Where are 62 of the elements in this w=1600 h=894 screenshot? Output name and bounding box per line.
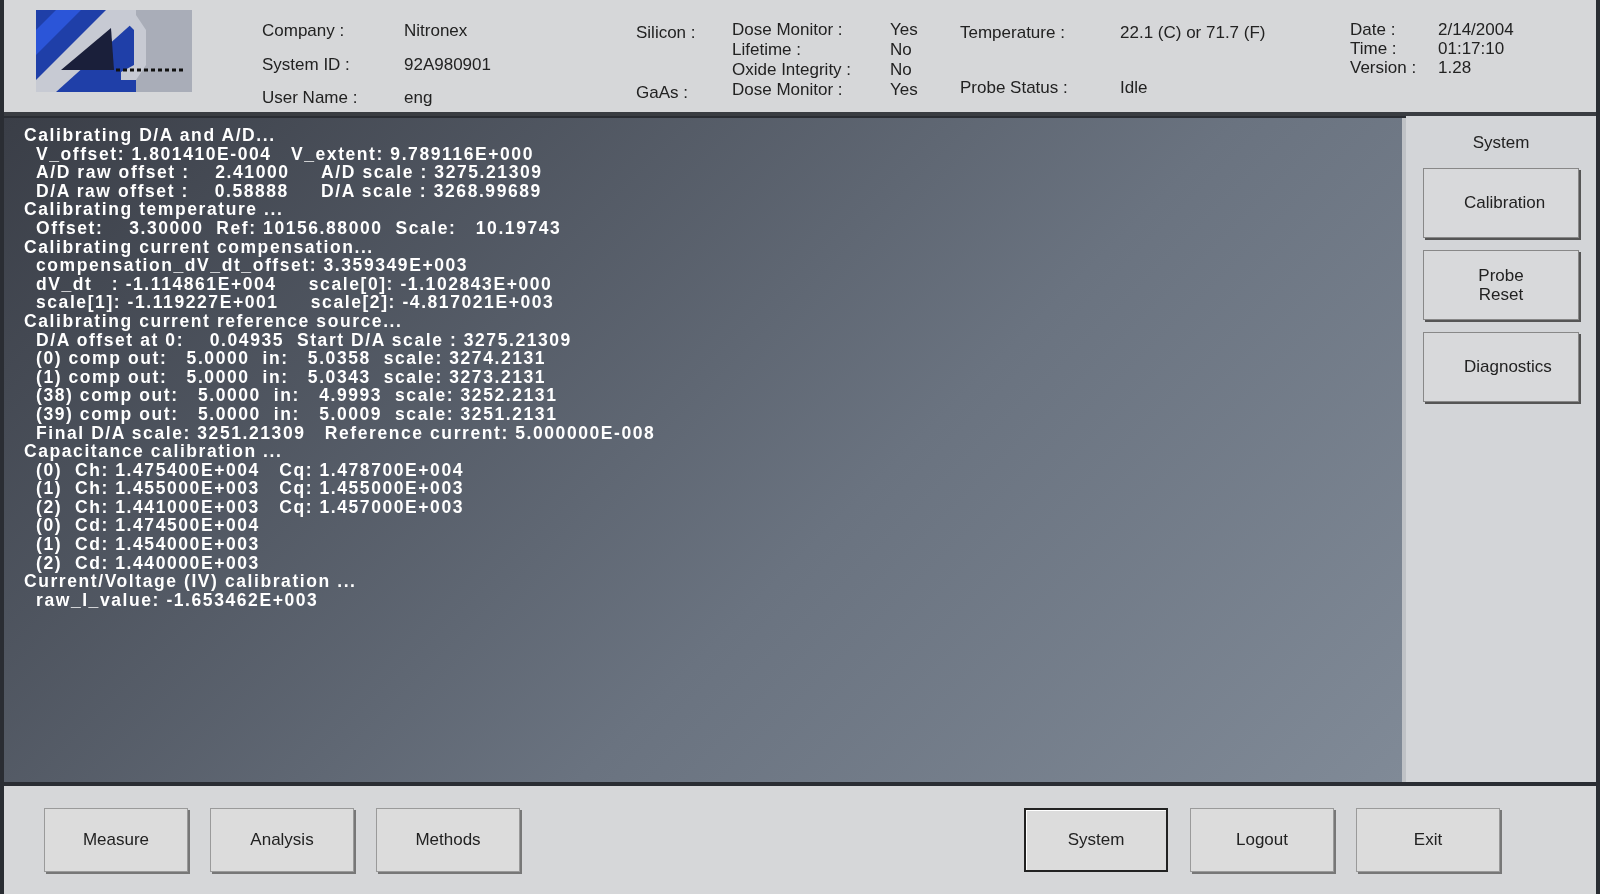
field-value: 1.28 xyxy=(1438,58,1473,77)
log-line: (38) comp out: 5.0000 in: 4.9993 scale: 3252.2131 xyxy=(35,386,559,405)
log-line: Calibrating temperature ... xyxy=(24,200,285,219)
field-value: Yes xyxy=(890,80,919,100)
material-label: Silicon : xyxy=(636,22,697,44)
side-button[interactable]: Diagnostics xyxy=(1423,331,1579,402)
nav-button[interactable]: Measure xyxy=(44,808,188,872)
log-line: (2) Ch: 1.441000E+003 Cq: 1.457000E+003 xyxy=(35,497,466,517)
log-line: Final D/A scale: 3251.21309 Reference current: 5.000000E-008 xyxy=(35,423,657,443)
field-label: Lifetime : xyxy=(732,40,802,60)
log-line: (0) Cd: 1.474500E+004 xyxy=(35,516,261,536)
log-line: (2) Cd: 1.440000E+003 xyxy=(35,553,261,573)
log-line: Calibrating current reference source... xyxy=(24,311,404,331)
nav-button[interactable]: Logout xyxy=(1190,808,1334,872)
field-label: Temperature : xyxy=(960,22,1066,44)
log-line: A/D raw offset : 2.41000 A/D scale : 3275.21309 xyxy=(35,163,544,182)
field-label: Version : xyxy=(1350,58,1418,77)
field-label: Date : xyxy=(1350,20,1397,39)
field-label: Dose Monitor : xyxy=(732,80,844,100)
log-line: (0) Ch: 1.475400E+004 Cq: 1.478700E+004 xyxy=(36,460,466,480)
nav-button[interactable]: System xyxy=(1024,808,1168,872)
field-value: 01:17:10 xyxy=(1438,39,1506,58)
field-value: Nitronex xyxy=(404,20,469,42)
log-line: (39) comp out: 5.0000 in: 5.0009 scale: 3251.2131 xyxy=(35,404,559,424)
log-line: D/A raw offset : 0.58888 D/A scale : 3268.99689 xyxy=(35,181,543,201)
field-value: Yes xyxy=(890,20,919,40)
field-value: Idle xyxy=(1120,76,1149,99)
field-label: System ID : xyxy=(262,53,351,76)
field-value: No xyxy=(890,40,913,60)
nav-button[interactable]: Methods xyxy=(376,808,520,872)
field-label: Oxide Integrity : xyxy=(732,60,853,80)
log-line: V_offset: 1.801410E-004 V_extent: 9.789116E+000 xyxy=(36,144,535,164)
log-line: compensation_dV_dt_offset: 3.359349E+003 xyxy=(36,256,470,275)
log-line: Offset: 3.30000 Ref: 10156.88000 Scale: 10.19743 xyxy=(36,218,563,238)
material-label: GaAs : xyxy=(636,82,689,104)
side-button[interactable]: Probe Reset xyxy=(1423,249,1579,320)
field-label: Time : xyxy=(1350,39,1398,58)
log-line: dV_dt : -1.114861E+004 scale[0]: -1.102843E+000 xyxy=(35,274,554,294)
field-value: No xyxy=(890,60,913,80)
log-line: raw_I_value: -1.653462E+003 xyxy=(36,590,320,610)
nav-button[interactable]: Exit xyxy=(1356,808,1500,872)
side-button[interactable]: Calibration xyxy=(1423,167,1579,238)
log-line: D/A offset at 0: 0.04935 Start D/A scale : 3275.21309 xyxy=(36,330,573,350)
nav-button[interactable]: Analysis xyxy=(210,808,354,872)
log-line: Calibrating current compensation... xyxy=(24,237,375,257)
field-value: 2/14/2004 xyxy=(1438,20,1515,39)
log-line: (0) comp out: 5.0000 in: 5.0358 scale: 3274.2131 xyxy=(35,349,548,368)
field-value: eng xyxy=(404,87,434,109)
log-line: Current/Voltage (IV) calibration ... xyxy=(24,572,358,591)
log-line: (1) Ch: 1.455000E+003 Cq: 1.455000E+003 xyxy=(35,479,466,498)
field-value: 92A980901 xyxy=(404,53,492,76)
log-line: scale[1]: -1.119227E+001 scale[2]: -4.817021E+003 xyxy=(35,293,556,312)
log-line: (1) Cd: 1.454000E+003 xyxy=(35,535,261,554)
field-value: 22.1 (C) or 71.7 (F) xyxy=(1120,22,1267,44)
field-label: Probe Status : xyxy=(960,76,1069,99)
field-label: Dose Monitor : xyxy=(732,20,844,40)
log-line: (1) comp out: 5.0000 in: 5.0343 scale: 3273.2131 xyxy=(35,367,548,387)
log-line: Calibrating D/A and A/D... xyxy=(24,126,277,145)
field-label: User Name : xyxy=(262,87,359,109)
field-label: Company : xyxy=(262,20,346,42)
log-line: Capacitance calibration ... xyxy=(24,442,284,461)
panel-title: System xyxy=(1472,132,1530,154)
